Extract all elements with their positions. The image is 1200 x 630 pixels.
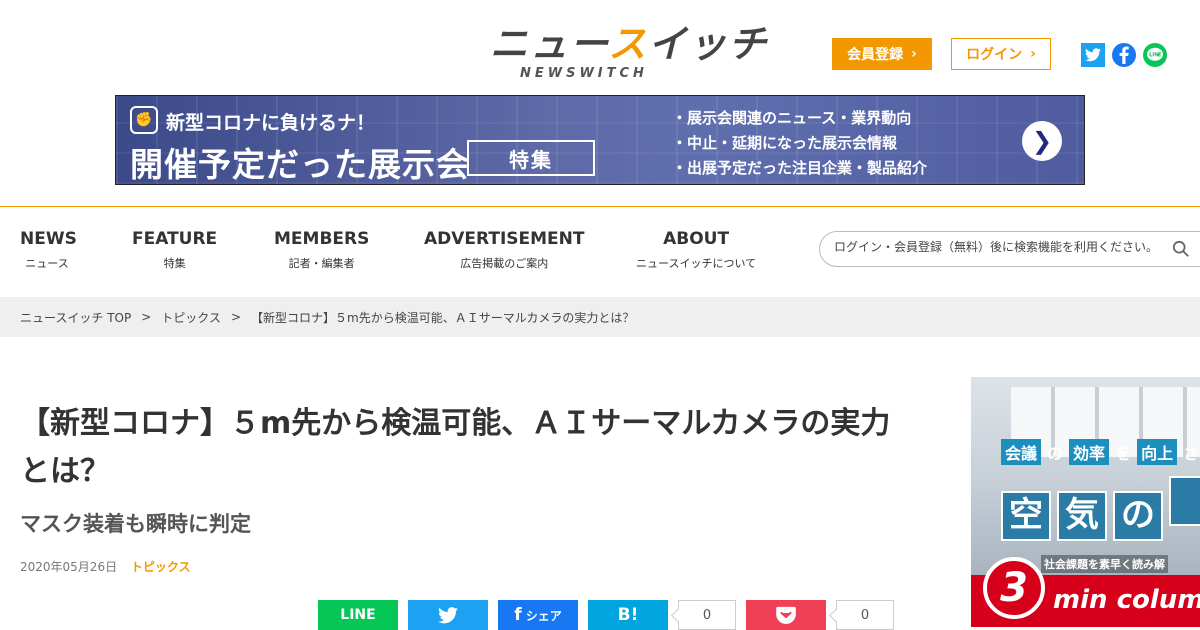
register-button[interactable]: 会員登録 ›	[832, 38, 932, 70]
ad-number: 3	[983, 557, 1045, 619]
hatena-count: 0	[678, 600, 736, 630]
fist-icon: ✊	[130, 106, 158, 134]
nav-advertisement[interactable]: ADVERTISEMENT 広告掲載のご案内	[424, 229, 585, 271]
nav-feature[interactable]: FEATURE 特集	[132, 229, 217, 271]
nav-about[interactable]: ABOUT ニュースイッチについて	[636, 229, 756, 271]
facebook-icon[interactable]	[1112, 43, 1136, 67]
article-subtitle: マスク装着も瞬時に判定	[20, 512, 251, 536]
banner-line1: 新型コロナに負けるナ！	[166, 112, 376, 134]
search-icon[interactable]	[1172, 240, 1190, 258]
nav-label-en: ADVERTISEMENT	[424, 229, 585, 249]
login-label: ログイン	[966, 47, 1023, 63]
search-input[interactable]	[834, 240, 1164, 254]
nav-label-jp: 記者・編集者	[288, 257, 355, 270]
logo-jp: ニュースイッチ	[490, 22, 769, 66]
line-icon[interactable]	[1143, 43, 1167, 67]
breadcrumb: ニュースイッチ TOP > トピックス > 【新型コロナ】５m先から検温可能、Ａ…	[0, 297, 1200, 337]
twitter-share-button[interactable]	[408, 600, 488, 630]
twitter-icon	[438, 606, 458, 623]
facebook-icon: f	[514, 605, 522, 625]
ad-line1: 会議の効率を向上さ	[1001, 439, 1199, 465]
nav-members[interactable]: MEMBERS 記者・編集者	[274, 229, 369, 271]
logo-en: NEWSWITCH	[520, 66, 648, 81]
chevron-right-icon[interactable]: ❯	[1022, 121, 1062, 161]
twitter-icon[interactable]	[1081, 43, 1105, 67]
hatena-bookmark-button[interactable]: B!	[588, 600, 668, 630]
nav-label-jp: 広告掲載のご案内	[460, 257, 549, 270]
breadcrumb-separator: >	[230, 310, 241, 324]
banner-special-label: 特集	[467, 140, 595, 176]
line-share-button[interactable]: LINE	[318, 600, 398, 630]
ad-line2: 空気の	[1001, 476, 1200, 541]
article-meta: 2020年05月26日 トピックス	[20, 558, 191, 575]
pocket-count: 0	[836, 600, 894, 630]
banner-bullet: ・中止・延期になった展示会情報	[672, 134, 898, 152]
article-date: 2020年05月26日	[20, 560, 118, 574]
chevron-right-icon: ›	[1030, 46, 1036, 62]
breadcrumb-separator: >	[141, 310, 152, 324]
site-header: ニュースイッチ NEWSWITCH 会員登録 › ログイン ›	[0, 0, 1200, 95]
chevron-right-icon: ›	[911, 46, 917, 62]
main-nav: NEWS ニュース FEATURE 特集 MEMBERS 記者・編集者 ADVE…	[0, 206, 1200, 297]
banner-bullets: ・展示会関連のニュース・業界動向 ・中止・延期になった展示会情報 ・出展予定だっ…	[672, 106, 927, 181]
pocket-icon	[776, 606, 796, 624]
nav-label-en: NEWS	[20, 229, 77, 249]
search-box	[819, 231, 1200, 267]
banner-bullet: ・出展予定だった注目企業・製品紹介	[672, 159, 928, 177]
pocket-button[interactable]	[746, 600, 826, 630]
nav-label-jp: ニュース	[25, 257, 69, 270]
breadcrumb-item[interactable]: トピックス	[161, 309, 221, 326]
banner-bullet: ・展示会関連のニュース・業界動向	[672, 109, 912, 127]
banner-line2: 開催予定だった展示会	[130, 145, 470, 184]
nav-label-en: FEATURE	[132, 229, 218, 249]
facebook-share-button[interactable]: f シェア	[498, 600, 578, 630]
nav-label-jp: 特集	[163, 257, 186, 270]
nav-label-en: MEMBERS	[274, 229, 370, 249]
register-label: 会員登録	[847, 47, 904, 63]
side-ad-banner[interactable]: 会議の効率を向上さ 空気の 社会課題を素早く読み解 3 min colum	[971, 377, 1200, 627]
nav-label-en: ABOUT	[663, 229, 730, 249]
feature-banner[interactable]: ✊ 新型コロナに負けるナ！ 開催予定だった展示会 特集 ・展示会関連のニュース・…	[115, 95, 1085, 185]
login-button[interactable]: ログイン ›	[951, 38, 1051, 70]
article-title: 【新型コロナ】５m先から検温可能、ＡＩサーマルカメラの実力とは？	[20, 406, 891, 489]
breadcrumb-item[interactable]: ニュースイッチ TOP	[20, 309, 131, 326]
nav-news[interactable]: NEWS ニュース	[20, 229, 77, 271]
ad-line3: 社会課題を素早く読み解	[1041, 555, 1168, 573]
ad-min-column: min colum	[1053, 585, 1200, 615]
nav-label-jp: ニュースイッチについて	[636, 257, 757, 270]
article-category[interactable]: トピックス	[131, 560, 191, 574]
breadcrumb-current: 【新型コロナ】５m先から検温可能、ＡＩサーマルカメラの実力とは？	[251, 310, 635, 325]
facebook-share-label: シェア	[525, 608, 562, 623]
site-logo[interactable]: ニュースイッチ NEWSWITCH	[490, 24, 766, 84]
